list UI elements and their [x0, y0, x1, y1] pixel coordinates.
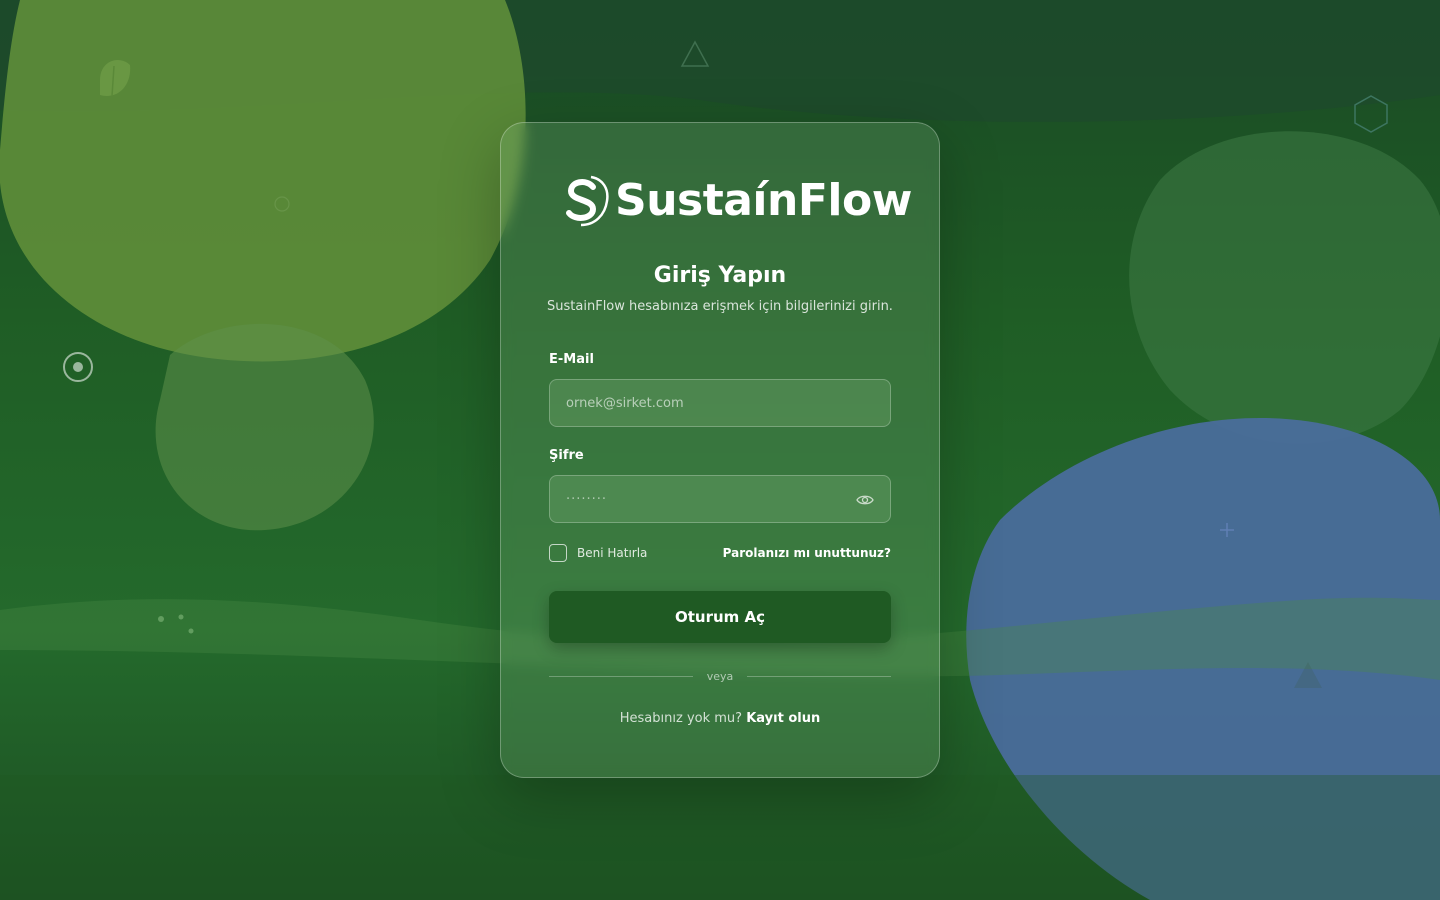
remember-me[interactable]: Beni Hatırla — [549, 544, 647, 562]
email-placeholder: ornek@sirket.com — [566, 395, 684, 411]
brand-name: SustaínFlow — [615, 174, 912, 226]
email-label: E-Mail — [549, 352, 594, 367]
page-title: Giriş Yapın — [653, 263, 787, 288]
bottom-band — [0, 775, 1440, 900]
login-button[interactable]: Oturum Aç — [549, 591, 891, 643]
forgot-password-link[interactable]: Parolanızı mı unuttunuz? — [723, 546, 891, 560]
password-label: Şifre — [549, 448, 584, 463]
target-icon — [63, 352, 93, 382]
options-row: Beni Hatırla Parolanızı mı unuttunuz? — [549, 543, 891, 563]
login-card: SustaínFlow Giriş Yapın SustainFlow hesa… — [500, 122, 940, 778]
divider-text: veya — [706, 669, 734, 683]
email-field[interactable]: ornek@sirket.com — [549, 379, 891, 427]
page-subtitle: SustainFlow hesabınıza erişmek için bilg… — [547, 299, 893, 314]
brand-logo: SustaínFlow — [563, 171, 912, 229]
green-blob-large — [0, 0, 526, 362]
divider-line-right — [747, 675, 891, 677]
green-blob-small — [155, 323, 374, 531]
signup-prompt: Hesabınız yok mu? — [619, 711, 743, 726]
remember-checkbox[interactable] — [549, 544, 567, 562]
signup-row: Hesabınız yok mu? Kayıt olun — [501, 711, 939, 726]
green-blob-right — [1129, 131, 1440, 444]
password-value: ········ — [566, 491, 608, 507]
remember-label: Beni Hatırla — [577, 546, 648, 560]
divider: veya — [549, 669, 891, 683]
password-field[interactable]: ········ — [549, 475, 891, 523]
logo-icon — [566, 175, 609, 227]
eye-icon[interactable] — [856, 491, 874, 509]
signup-link[interactable]: Kayıt olun — [746, 711, 820, 726]
divider-line-left — [549, 675, 693, 677]
